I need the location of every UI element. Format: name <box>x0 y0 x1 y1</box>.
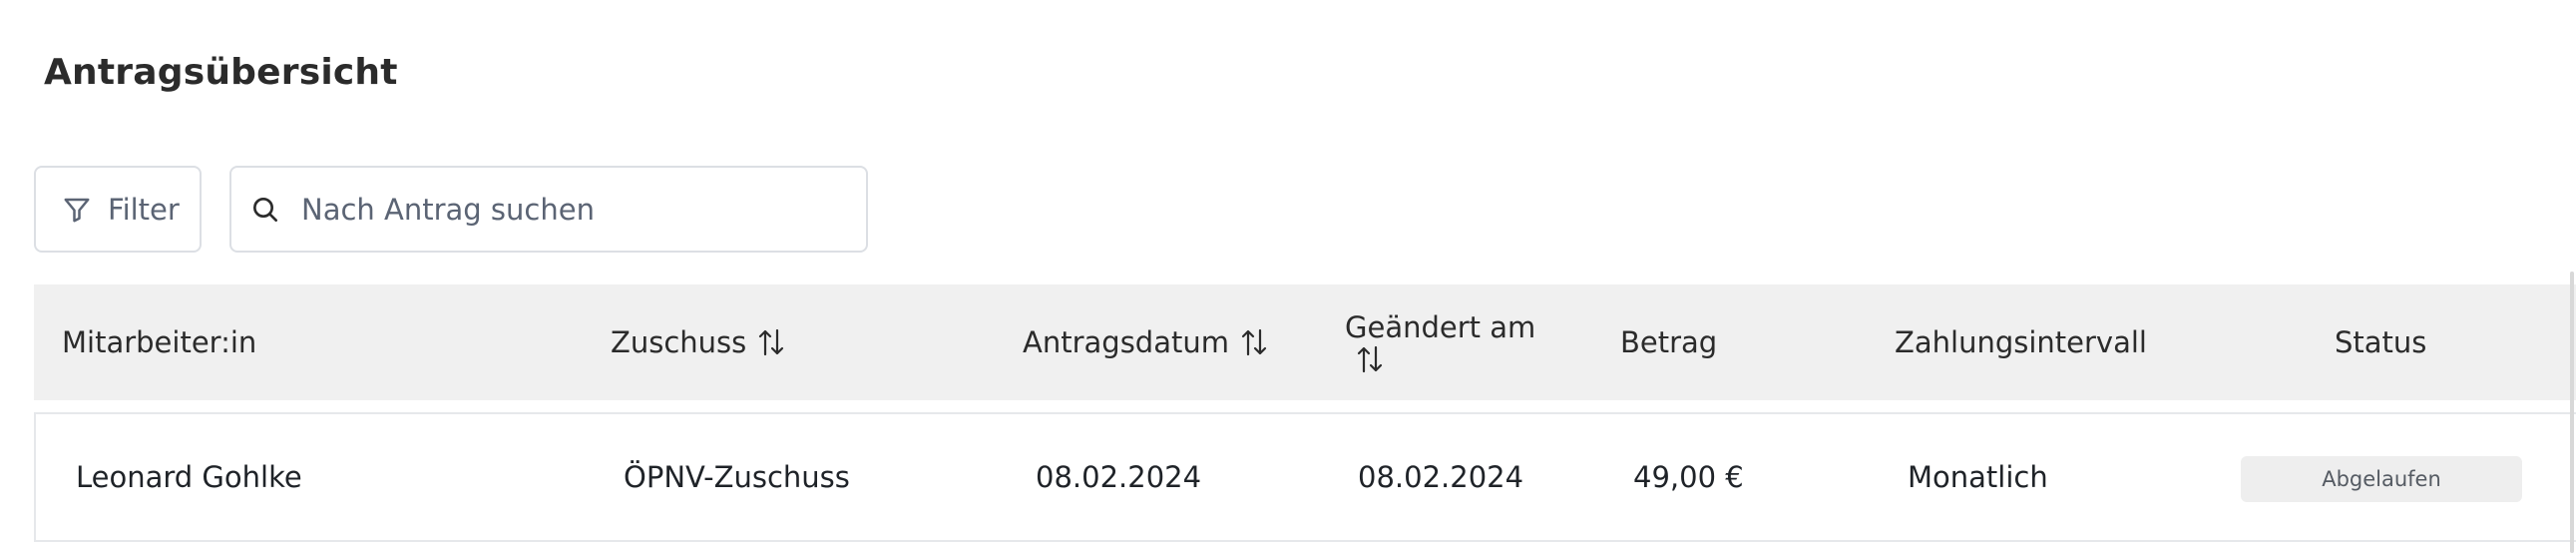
sort-arrows-icon[interactable] <box>1241 327 1267 357</box>
column-header-status-label: Status <box>2335 325 2427 359</box>
table-header: Mitarbeiter:in Zuschuss Antragsdatum Geä… <box>34 284 2576 400</box>
column-header-subsidy-label: Zuschuss <box>611 325 747 359</box>
cell-interval: Monatlich <box>1908 460 2048 494</box>
page-title: Antragsübersicht <box>44 52 398 93</box>
cell-subsidy: ÖPNV-Zuschuss <box>624 460 850 494</box>
cell-employee: Leonard Gohlke <box>76 460 302 494</box>
filter-button-label: Filter <box>108 192 180 227</box>
column-header-interval-label: Zahlungsintervall <box>1895 325 2147 359</box>
column-header-interval: Zahlungsintervall <box>1895 284 2147 400</box>
column-header-application-date[interactable]: Antragsdatum <box>1023 284 1267 400</box>
column-header-application-date-label: Antragsdatum <box>1023 325 1229 359</box>
column-header-amount: Betrag <box>1620 284 1717 400</box>
search-icon <box>249 194 281 226</box>
column-header-changed-date-label: Geändert am <box>1345 310 1536 344</box>
search-box[interactable] <box>229 166 868 253</box>
column-header-subsidy[interactable]: Zuschuss <box>611 284 784 400</box>
cell-changed-date: 08.02.2024 <box>1358 460 1524 494</box>
cell-application-date: 08.02.2024 <box>1036 460 1202 494</box>
status-badge: Abgelaufen <box>2241 456 2522 502</box>
column-header-status: Status <box>2335 284 2426 400</box>
vertical-scrollbar[interactable] <box>2570 272 2574 553</box>
sort-arrows-icon[interactable] <box>758 327 784 357</box>
table-row[interactable]: Leonard Gohlke ÖPNV-Zuschuss 08.02.2024 … <box>34 412 2576 542</box>
filter-button[interactable]: Filter <box>34 166 202 253</box>
cell-amount: 49,00 € <box>1633 460 1744 494</box>
sort-arrows-icon[interactable] <box>1357 344 1383 374</box>
column-header-employee-label: Mitarbeiter:in <box>62 325 257 359</box>
column-header-employee: Mitarbeiter:in <box>62 284 256 400</box>
search-input[interactable] <box>301 192 866 227</box>
column-header-amount-label: Betrag <box>1620 325 1718 359</box>
column-header-changed-date[interactable]: Geändert am <box>1345 284 1535 400</box>
funnel-icon <box>62 195 92 225</box>
